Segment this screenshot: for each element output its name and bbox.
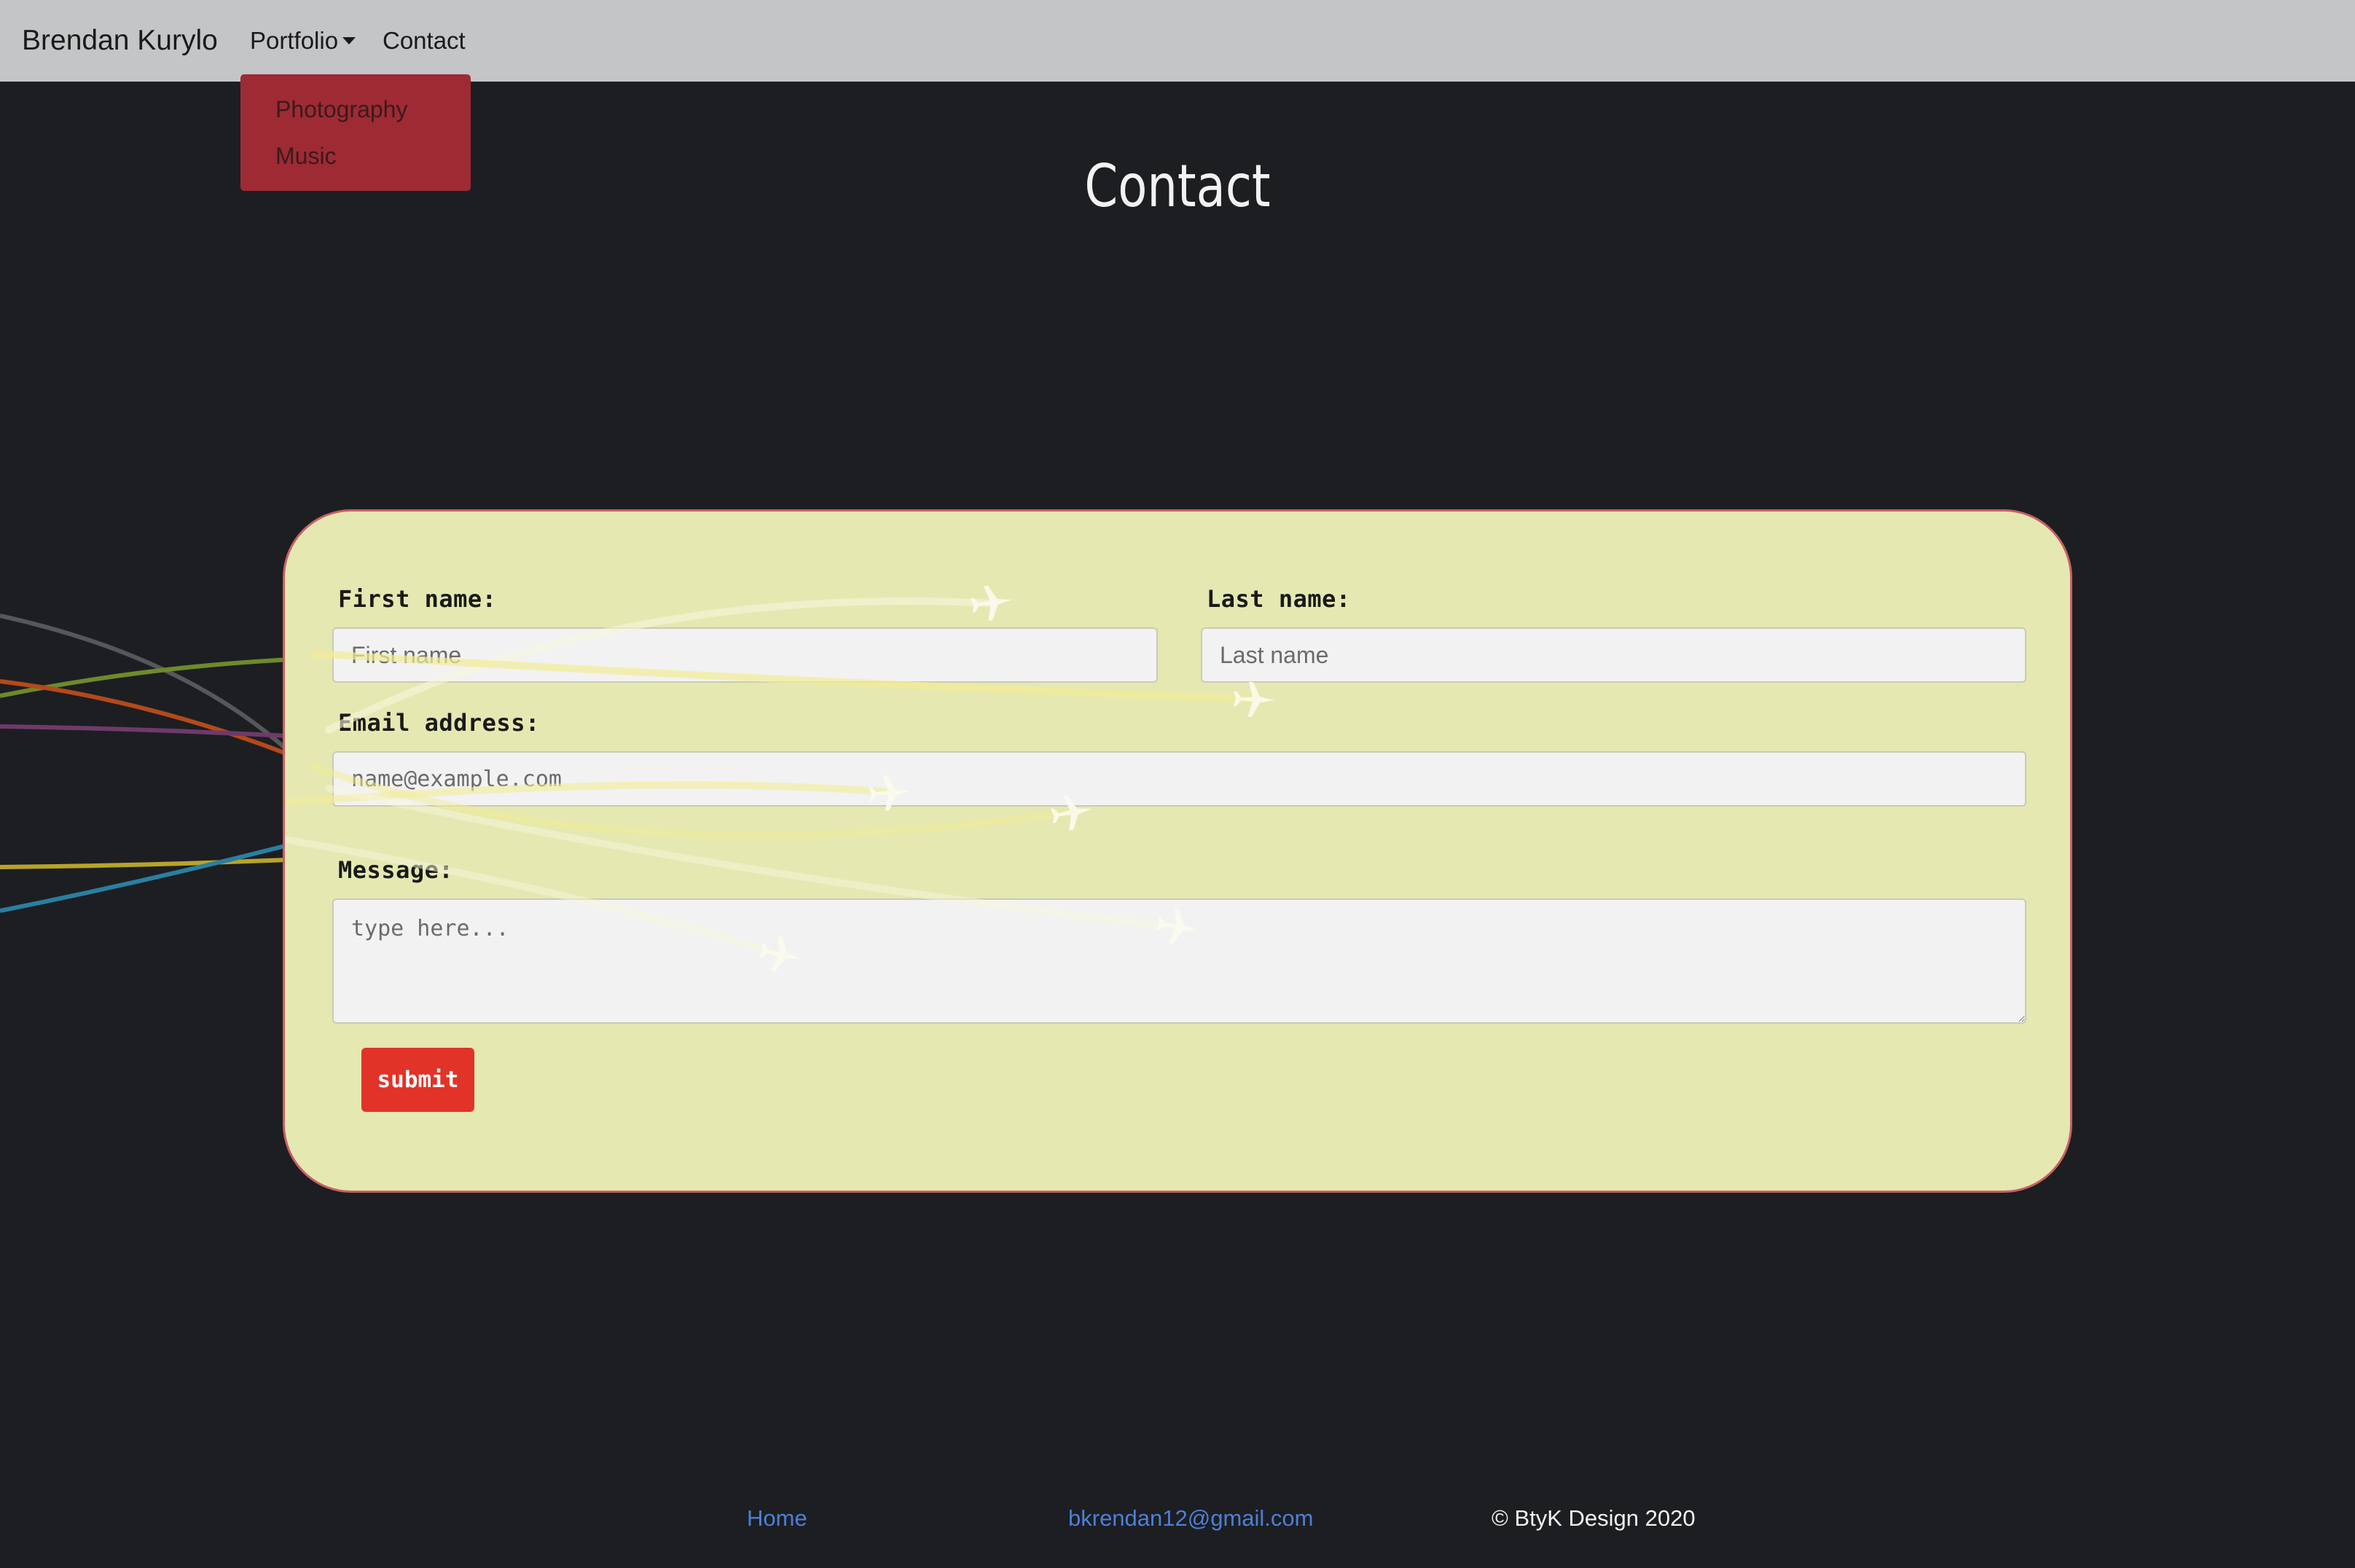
flight-path-green (0, 657, 292, 698)
flight-path-yellow (0, 858, 289, 869)
message-label: Message: (338, 856, 454, 884)
airplane-icon (1233, 681, 1275, 718)
brand-name[interactable]: Brendan Kurylo (22, 23, 218, 58)
caret-down-icon (342, 37, 356, 44)
nav-portfolio-label: Portfolio (250, 27, 339, 54)
top-navbar: Brendan Kurylo Portfolio Contact (0, 0, 2355, 82)
nav-contact-link[interactable]: Contact (383, 25, 466, 57)
flight-path-gray (0, 614, 290, 753)
last-name-label: Last name: (1207, 585, 1351, 613)
dropdown-item-photography[interactable]: Photography (275, 95, 407, 124)
email-input[interactable] (332, 751, 2026, 807)
portfolio-dropdown-menu: Photography Music (240, 74, 471, 191)
page-title: Contact (1084, 152, 1271, 220)
flight-path-blue (0, 843, 289, 913)
dropdown-item-music[interactable]: Music (275, 141, 337, 170)
last-name-input[interactable] (1201, 627, 2026, 683)
footer-copyright: © BtyK Design 2020 (1492, 1505, 1696, 1531)
footer-home-link[interactable]: Home (747, 1504, 807, 1533)
airplane-icon (968, 582, 1015, 623)
nav-portfolio-dropdown[interactable]: Portfolio (250, 25, 356, 57)
flight-path-orange (0, 679, 289, 756)
submit-button[interactable]: submit (361, 1048, 474, 1112)
airplane-trails-decoration (285, 582, 1275, 976)
first-name-input[interactable] (332, 627, 1158, 683)
email-address-label: Email address: (338, 709, 540, 737)
footer-email-link[interactable]: bkrendan12@gmail.com (1068, 1504, 1313, 1533)
first-name-label: First name: (338, 585, 497, 613)
flight-path-purple (0, 724, 289, 738)
message-textarea[interactable] (332, 898, 2026, 1024)
contact-form-card: First name: Last name: Email address: Me… (283, 509, 2072, 1193)
